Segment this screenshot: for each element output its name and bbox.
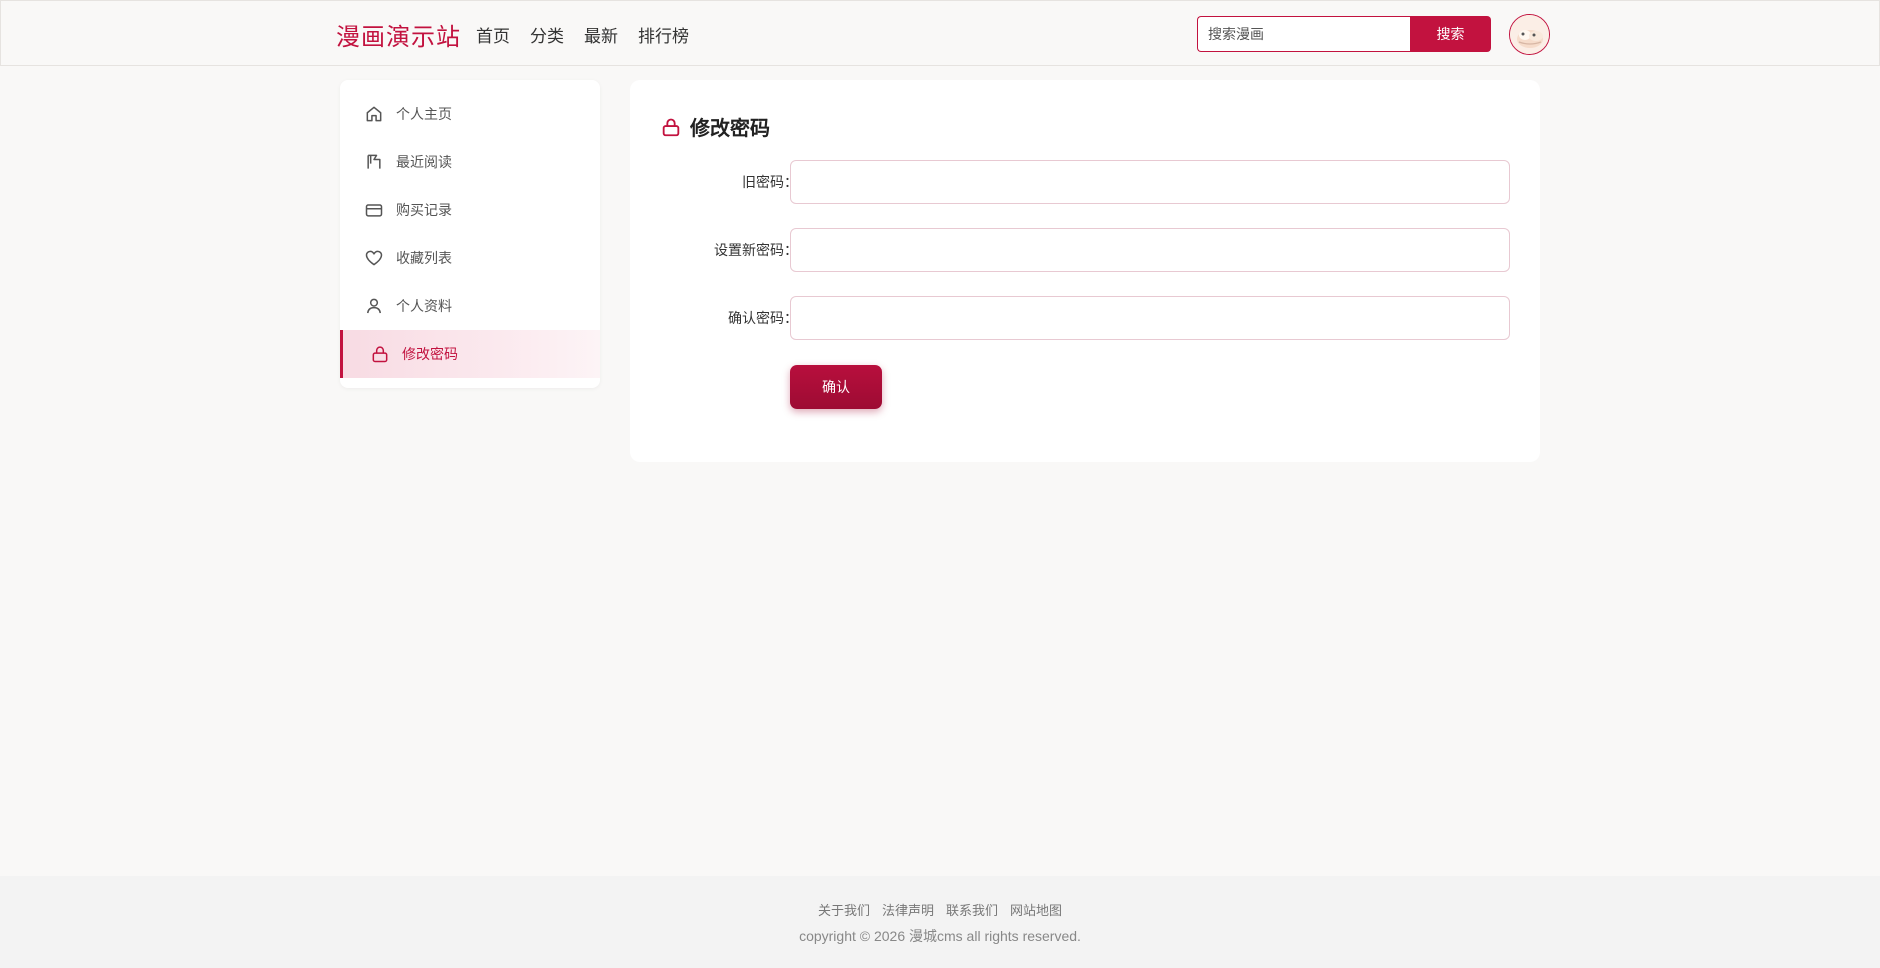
sidebar-item-label: 购买记录: [396, 202, 452, 218]
confirm-password-label: 确认密码：: [728, 310, 798, 326]
sidebar-item-favorites[interactable]: 收藏列表: [340, 234, 600, 282]
panel-title: 修改密码: [660, 112, 770, 141]
footer-link-sitemap[interactable]: 网站地图: [1010, 900, 1062, 919]
sidebar-item-profile-info[interactable]: 个人资料: [340, 282, 600, 330]
footer-links: 关于我们 法律声明 联系我们 网站地图: [0, 900, 1880, 919]
search-button[interactable]: 搜索: [1410, 16, 1491, 52]
page-footer: 关于我们 法律声明 联系我们 网站地图 copyright © 2026 漫城c…: [0, 876, 1880, 968]
sidebar-item-recent-reading[interactable]: 最近阅读: [340, 138, 600, 186]
avatar[interactable]: [1509, 14, 1550, 55]
new-password-field[interactable]: [790, 228, 1510, 272]
confirm-button[interactable]: 确认: [790, 365, 882, 409]
user-icon: [367, 298, 381, 314]
sidebar-item-purchase-history[interactable]: 购买记录: [340, 186, 600, 234]
footer-link-legal[interactable]: 法律声明: [882, 900, 934, 919]
new-password-label: 设置新密码：: [714, 242, 798, 258]
sidebar-item-label: 个人主页: [396, 106, 452, 122]
main-nav: 首页 分类 最新 排行榜: [476, 22, 689, 47]
page-title: 修改密码: [690, 118, 770, 140]
old-password-field[interactable]: [790, 160, 1510, 204]
footer-link-about[interactable]: 关于我们: [818, 900, 870, 919]
nav-categories[interactable]: 分类: [530, 22, 564, 47]
lock-icon: [662, 118, 680, 136]
new-password-row: 设置新密码：: [630, 228, 1540, 272]
sidebar-item-change-password[interactable]: 修改密码: [340, 330, 600, 378]
confirm-password-row: 确认密码：: [630, 296, 1540, 340]
home-icon: [366, 106, 382, 122]
site-logo[interactable]: 漫画演示站: [336, 17, 461, 52]
user-sidebar: 个人主页 最近阅读 购买记录 收藏列表 个人资料 修改密码: [340, 80, 600, 388]
sidebar-item-label: 最近阅读: [396, 154, 452, 170]
search-bar: 搜索: [1197, 16, 1491, 52]
nav-home[interactable]: 首页: [476, 22, 510, 47]
old-password-row: 旧密码：: [630, 160, 1540, 204]
sidebar-item-profile-home[interactable]: 个人主页: [340, 90, 600, 138]
search-input[interactable]: [1197, 16, 1410, 52]
sidebar-item-label: 个人资料: [396, 298, 452, 314]
book-icon: [367, 154, 381, 169]
lock-icon: [372, 346, 388, 363]
sidebar-item-label: 收藏列表: [396, 250, 452, 266]
heart-icon: [365, 250, 383, 266]
footer-link-contact[interactable]: 联系我们: [946, 900, 998, 919]
top-header: 漫画演示站 首页 分类 最新 排行榜 搜索: [0, 0, 1880, 66]
nav-latest[interactable]: 最新: [584, 22, 618, 47]
change-password-panel: 修改密码 旧密码： 设置新密码： 确认密码： 确认: [630, 80, 1540, 462]
sidebar-item-label: 修改密码: [402, 346, 458, 362]
nav-rankings[interactable]: 排行榜: [638, 22, 689, 47]
confirm-password-field[interactable]: [790, 296, 1510, 340]
copyright-text: copyright © 2026 漫城cms all rights reserv…: [799, 928, 1081, 944]
avatar-image-icon: [1510, 15, 1549, 54]
credit-card-icon: [365, 204, 383, 217]
